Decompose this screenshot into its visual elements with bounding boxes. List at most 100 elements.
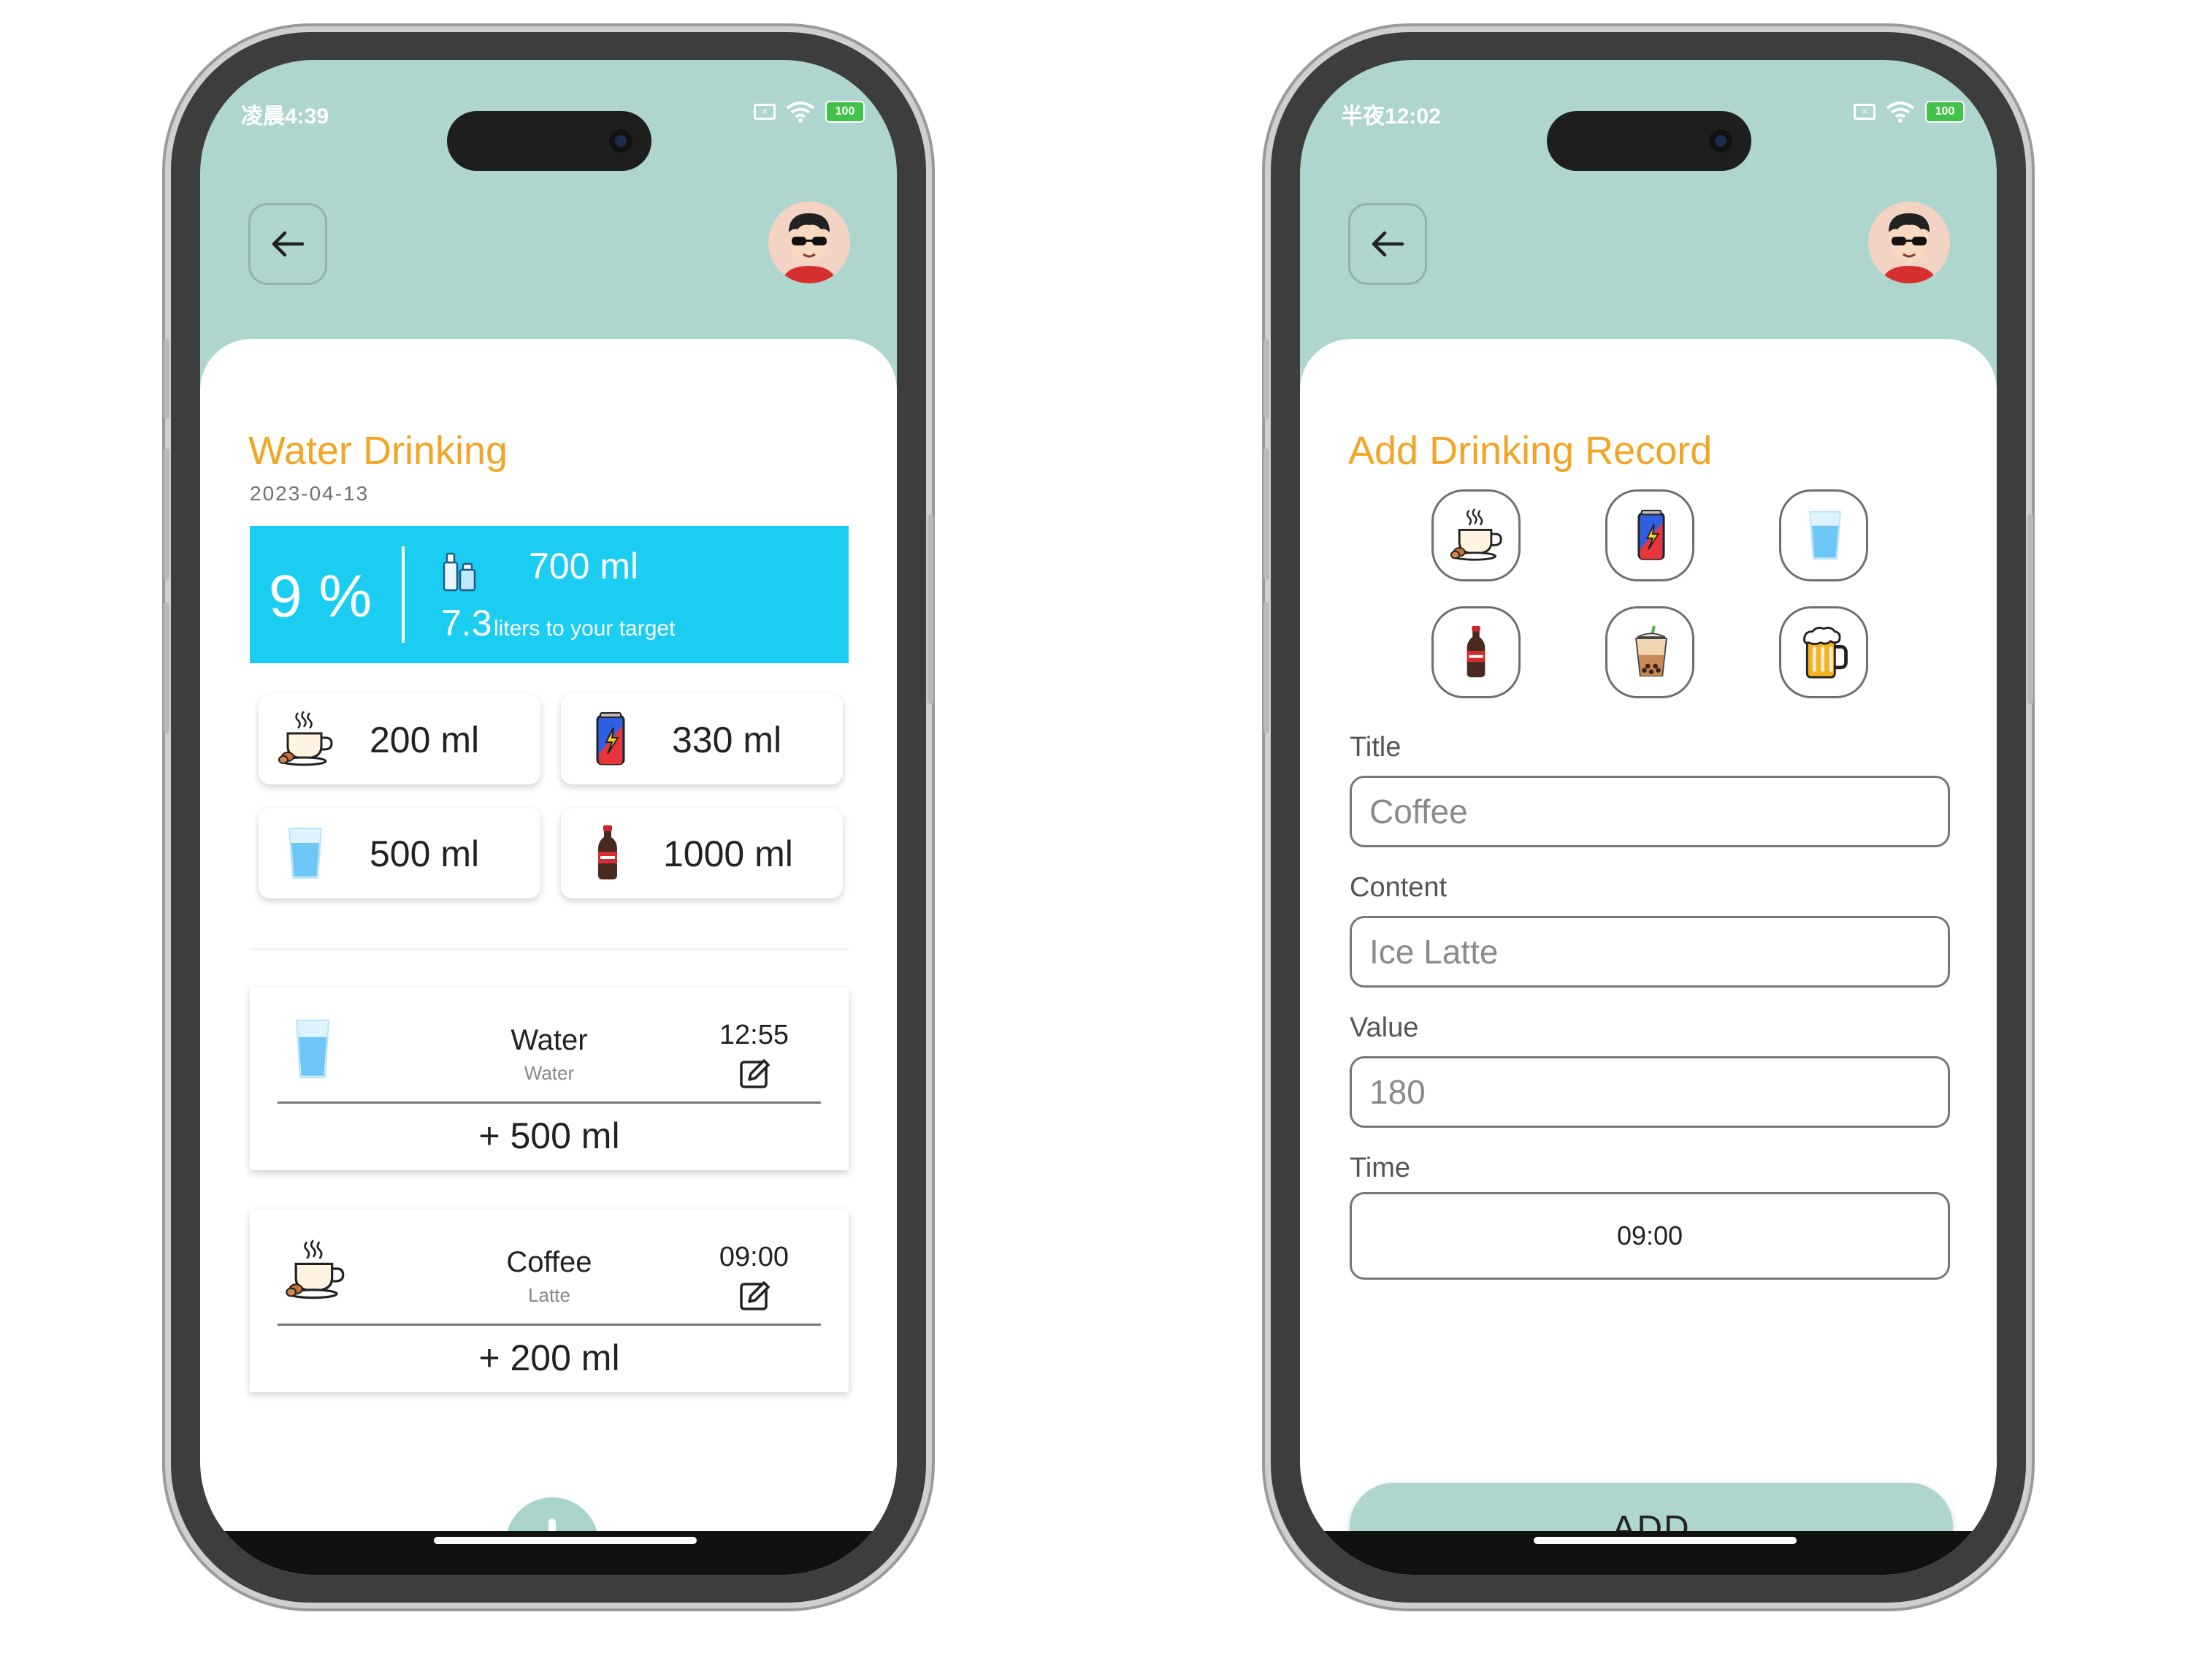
drink-option-coffee[interactable]	[1431, 489, 1521, 581]
value-input[interactable]: 180	[1350, 1056, 1950, 1128]
drink-option-bubble-tea[interactable]	[1605, 606, 1694, 698]
dynamic-island	[447, 111, 651, 171]
value-label: Value	[1350, 1012, 1419, 1043]
target-text: liters to your target	[494, 616, 676, 641]
avatar-icon	[1868, 202, 1950, 283]
remaining-liters: 7.3	[441, 603, 492, 644]
title-input[interactable]: Coffee	[1350, 776, 1950, 847]
drink-option-energy-drink[interactable]	[1605, 489, 1694, 581]
right-phone-power-button	[2027, 514, 2033, 704]
back-button[interactable]	[1348, 203, 1427, 285]
quick-add-water[interactable]: 500 ml	[259, 808, 540, 898]
page-title: Water Drinking	[248, 429, 508, 473]
status-time: 凌晨4:39	[241, 104, 329, 129]
camera-lens	[609, 129, 632, 153]
water-glass-icon	[1797, 508, 1853, 563]
record-content: Water	[524, 1062, 575, 1084]
camera-lens	[1709, 129, 1732, 153]
dynamic-island	[1547, 111, 1751, 171]
water-glass-icon	[276, 824, 334, 882]
status-icons: × 100	[754, 101, 865, 123]
record-time: 09:00	[719, 1242, 789, 1272]
record-amount: + 500 ml	[478, 1115, 620, 1156]
quick-add-value: 330 ml	[672, 719, 782, 760]
quick-add-soda[interactable]: 1000 ml	[561, 808, 843, 898]
quick-add-energy-drink[interactable]: 330 ml	[561, 694, 843, 784]
summary-panel: 9 % 700 ml 7.3 liters to your target	[250, 526, 849, 663]
record-item[interactable]: Water Water 12:55 + 500 ml	[250, 988, 849, 1170]
date-label: 2023-04-13	[250, 482, 370, 505]
record-time: 12:55	[719, 1020, 789, 1050]
section-divider	[250, 948, 849, 950]
soda-bottle-icon	[1448, 625, 1504, 680]
time-picker-value: 09:00	[1616, 1221, 1683, 1251]
right-screen: 半夜12:02 × 100 Add Drinking Record Title …	[1300, 60, 1997, 1575]
water-glass-icon	[283, 1015, 342, 1083]
quick-add-value: 500 ml	[370, 833, 480, 874]
coffee-cup-icon	[1448, 508, 1504, 563]
content-input-value: Ice Latte	[1369, 933, 1499, 971]
home-indicator[interactable]	[1534, 1537, 1797, 1544]
title-label: Title	[1350, 732, 1402, 763]
page-title: Add Drinking Record	[1348, 429, 1713, 473]
sim-icon: ×	[754, 104, 776, 120]
coffee-cup-icon	[283, 1239, 346, 1302]
wifi-icon	[786, 102, 815, 123]
avatar[interactable]	[1868, 202, 1950, 283]
record-amount: + 200 ml	[478, 1337, 620, 1378]
energy-can-icon	[1624, 508, 1679, 563]
quick-add-value: 200 ml	[370, 719, 480, 760]
coffee-cup-icon	[276, 710, 334, 768]
left-phone-frame: 凌晨4:39 × 100 Water Drinking 2023-04-13 9…	[164, 32, 933, 1603]
quick-add-value: 1000 ml	[663, 833, 793, 874]
record-title: Water	[511, 1024, 588, 1056]
battery-icon: 100	[1925, 101, 1965, 123]
time-picker[interactable]: 09:00	[1350, 1192, 1950, 1280]
content-label: Content	[1350, 872, 1448, 903]
edit-icon[interactable]	[739, 1058, 771, 1090]
sim-icon: ×	[1854, 104, 1875, 120]
drink-option-soda[interactable]	[1431, 606, 1521, 698]
consumed-amount: 700 ml	[529, 546, 639, 587]
right-phone-silent-switch	[1263, 339, 1269, 419]
drink-option-beer[interactable]	[1779, 606, 1868, 698]
wifi-icon	[1886, 102, 1915, 123]
left-phone-power-button	[928, 514, 933, 704]
right-phone-frame: 半夜12:02 × 100 Add Drinking Record Title …	[1263, 32, 2033, 1603]
content-input[interactable]: Ice Latte	[1350, 916, 1950, 988]
status-icons: × 100	[1854, 101, 1965, 123]
energy-can-icon	[581, 710, 640, 768]
left-phone-volume-down	[164, 602, 169, 733]
right-phone-volume-down	[1263, 602, 1269, 733]
drink-option-water[interactable]	[1779, 489, 1868, 581]
left-phone-silent-switch	[164, 339, 169, 419]
arrow-left-icon	[272, 231, 305, 257]
value-input-value: 180	[1369, 1073, 1426, 1111]
right-phone-volume-up	[1263, 448, 1269, 580]
soda-bottle-icon	[578, 824, 637, 882]
beer-mug-icon	[1797, 625, 1853, 680]
status-time: 半夜12:02	[1341, 104, 1441, 129]
left-phone-volume-up	[164, 448, 169, 580]
record-divider	[278, 1324, 821, 1326]
edit-icon[interactable]	[739, 1280, 771, 1312]
progress-percent: 9 %	[269, 563, 372, 630]
arrow-left-icon	[1372, 231, 1404, 257]
record-divider	[278, 1101, 821, 1104]
bubble-tea-icon	[1624, 625, 1679, 680]
content-card: Add Drinking Record Title Coffee Content…	[1300, 339, 1997, 1575]
content-card: Water Drinking 2023-04-13 9 % 700 ml 7.3…	[200, 339, 897, 1575]
summary-divider	[402, 546, 405, 643]
water-bottles-icon	[443, 552, 476, 592]
title-input-value: Coffee	[1369, 793, 1468, 831]
home-indicator[interactable]	[434, 1537, 697, 1544]
record-content: Latte	[528, 1284, 570, 1306]
left-screen: 凌晨4:39 × 100 Water Drinking 2023-04-13 9…	[200, 60, 897, 1575]
quick-add-coffee[interactable]: 200 ml	[259, 694, 540, 784]
record-item[interactable]: Coffee Latte 09:00 + 200 ml	[250, 1210, 849, 1392]
back-button[interactable]	[248, 203, 327, 285]
battery-icon: 100	[825, 101, 865, 123]
avatar[interactable]	[768, 202, 850, 283]
avatar-icon	[768, 202, 850, 283]
record-title: Coffee	[506, 1246, 592, 1278]
